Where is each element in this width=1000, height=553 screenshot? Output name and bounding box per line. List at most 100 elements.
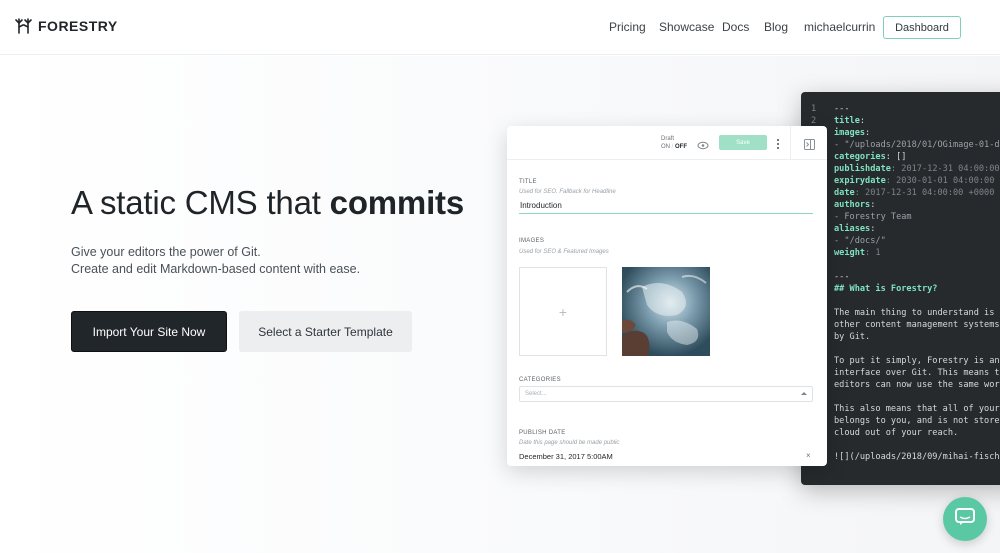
caret-up-icon [801,392,807,395]
code-text: belongs to you, and is not stored i [834,416,1000,426]
sidebar-toggle-icon[interactable] [804,137,815,155]
hero-subtitle-line-2: Create and edit Markdown-based content w… [71,262,361,276]
code-line: To put it simply, Forestry is an ed [834,356,1000,366]
chat-icon [955,507,975,531]
toggle-off-label: OFF [675,144,688,150]
images-field-label: IMAGES [519,238,545,244]
code-line: by Git. [834,332,870,342]
code-text: ## What is Forestry? [834,284,938,294]
code-text: The main thing to understand is tha [834,308,1000,318]
yaml-key: date [834,188,855,198]
yaml-value: : [865,128,871,138]
title-field-hint: Used for SEO. Fallback for Headline [519,189,616,195]
featured-image-thumbnail[interactable] [622,267,710,356]
editor-card: Draft ON / OFF Save TITLE Used for SEO. … [507,126,827,466]
kebab-icon[interactable] [776,137,780,149]
yaml-value: : [] [885,152,907,162]
code-line: This also means that all of your co [834,404,1000,414]
code-text: - Forestry Team [834,212,912,222]
yaml-value: : [870,224,876,234]
yaml-value: : 2030-01-01 04:00:00 +0 [885,176,1000,186]
headline-emphasis: commits [329,184,465,221]
yaml-value: : 2017-12-31 04:00:00 +0 [890,164,1000,174]
code-line: - "/docs/" [834,236,886,246]
code-text: interface over Git. This means that [834,368,1000,378]
code-text: ![](/uploads/2018/09/mihai-fischer- [834,452,1000,462]
code-line: editors can now use the same workfl [834,380,1000,390]
code-line: ## What is Forestry? [834,284,937,294]
code-line: expirydate: 2030-01-01 04:00:00 +0 [834,176,1000,186]
code-line: --- [834,104,850,114]
dashboard-button[interactable]: Dashboard [883,16,961,39]
publish-date-input[interactable]: December 31, 2017 5:00AM [519,452,613,461]
code-line: belongs to you, and is not stored i [834,416,1000,426]
title-input[interactable]: Introduction [520,201,562,210]
title-input-underline [519,213,813,214]
code-line: categories: [] [834,152,906,162]
nav-link-docs[interactable]: Docs [722,20,749,34]
categories-placeholder: Select... [525,391,547,397]
code-line: - "/uploads/2018/01/OGimage-01-docs [834,140,1000,150]
site-header: FORESTRY Pricing Showcase Docs Blog mich… [0,0,1000,55]
yaml-value: : [870,200,876,210]
images-field-hint: Used for SEO & Featured Images [519,249,609,255]
yaml-key: expirydate [834,176,886,186]
code-line: date: 2017-12-31 04:00:00 +0000 [834,188,994,198]
plus-icon: + [558,303,568,320]
close-icon[interactable]: × [806,451,811,460]
yaml-key: categories [834,152,886,162]
nav-link-blog[interactable]: Blog [764,20,788,34]
headline-text: A static CMS that [71,184,330,221]
draft-toggle[interactable]: Draft ON / OFF [661,135,687,151]
brand-name: FORESTRY [38,18,118,34]
yaml-key: title [834,116,860,126]
hero-subtitle-line-1: Give your editors the power of Git. [71,245,261,259]
yaml-key: weight [834,248,866,258]
markdown-code-panel: 1 2 --- title: images: - "/uploads/2018/01/… [801,92,1000,485]
chat-button[interactable] [943,497,987,541]
code-line: ![](/uploads/2018/09/mihai-fischer- [834,452,1000,462]
draft-label: Draft [661,136,675,142]
yaml-value: : [859,116,866,126]
publish-date-hint: Date this page should be made public [519,440,620,446]
code-line: interface over Git. This means that [834,368,1000,378]
yaml-key: authors [834,200,871,210]
code-line: --- [834,272,850,282]
code-text: cloud out of your reach. [834,428,959,438]
nav-link-account[interactable]: michaelcurrin [804,20,875,34]
code-line: The main thing to understand is tha [834,308,1000,318]
code-line: other content management systems -- [834,320,1000,330]
code-line: cloud out of your reach. [834,428,958,438]
categories-field-label: CATEGORIES [519,377,561,383]
code-line: publishdate: 2017-12-31 04:00:00 +0 [834,164,1000,174]
import-site-button[interactable]: Import Your Site Now [71,311,227,352]
title-field-label: TITLE [519,179,537,185]
yaml-value: : 2017-12-31 04:00:00 +0000 [854,188,995,198]
save-button[interactable]: Save [719,135,767,150]
eye-icon[interactable] [697,137,709,155]
code-text: --- [834,104,850,114]
line-number: 1 [811,104,817,114]
categories-select[interactable]: Select... [519,386,813,402]
code-text: - "/docs/" [834,236,886,246]
code-text: editors can now use the same workfl [834,380,1000,390]
code-text: - "/uploads/2018/01/OGimage-01-docs [834,140,1000,150]
code-line: weight: 1 [834,248,881,258]
code-text: This also means that all of your co [834,404,1000,414]
code-text: --- [834,272,850,282]
brand-logo[interactable]: FORESTRY [15,17,118,35]
code-text: To put it simply, Forestry is an ed [834,356,1000,366]
yaml-key: images [834,128,866,138]
code-line: authors: [834,200,875,210]
code-line: title: [834,116,865,126]
code-line: - Forestry Team [834,212,912,222]
editor-toolbar: Draft ON / OFF Save [507,126,827,160]
add-image-button[interactable]: + [519,267,607,356]
code-line: aliases: [834,224,875,234]
hero-headline: A static CMS that commits [71,184,464,222]
toggle-on-label: ON [661,144,670,150]
publish-date-label: PUBLISH DATE [519,430,566,436]
nav-link-showcase[interactable]: Showcase [659,20,714,34]
nav-link-pricing[interactable]: Pricing [609,20,646,34]
starter-template-button[interactable]: Select a Starter Template [239,311,412,352]
